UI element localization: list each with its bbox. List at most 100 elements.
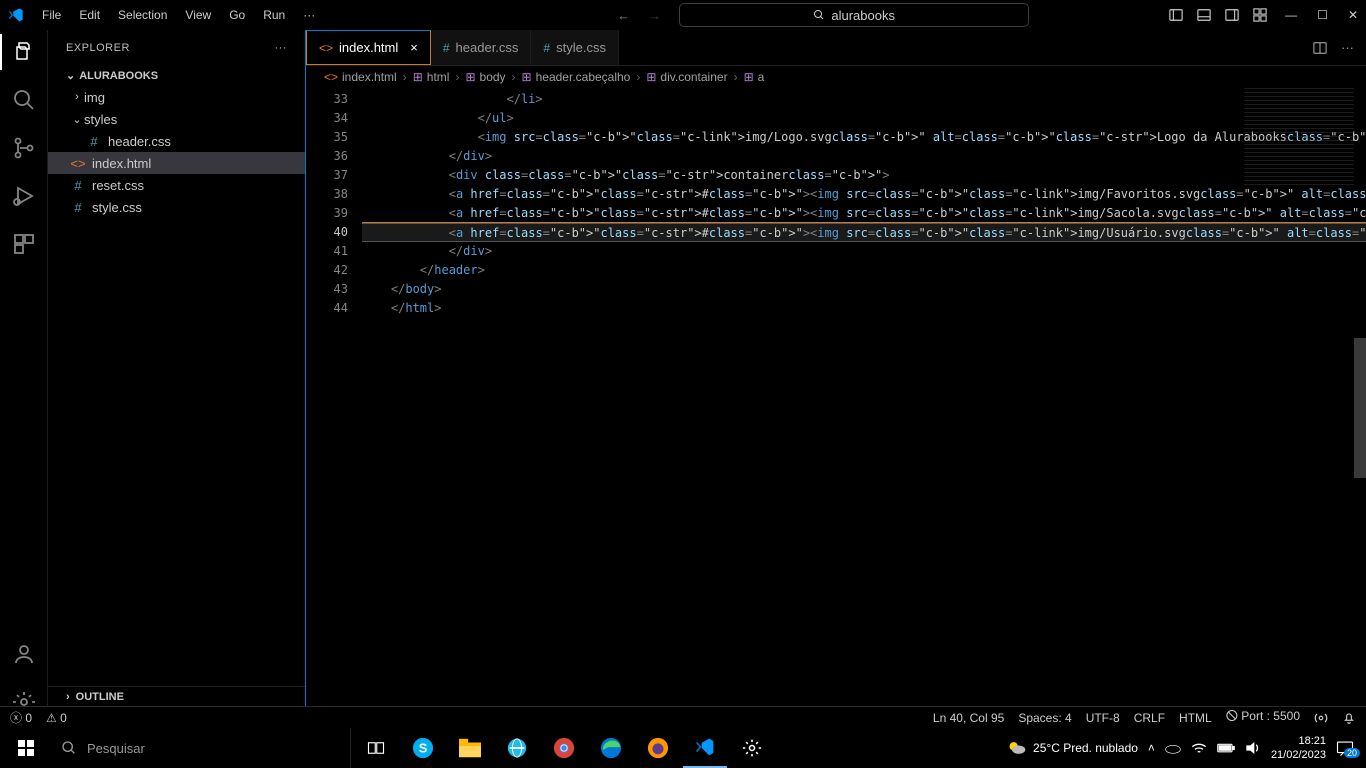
menu-more[interactable]: ··· <box>295 4 323 26</box>
vertical-scrollbar[interactable] <box>1354 338 1366 478</box>
file-icon: # <box>70 178 86 193</box>
firefox-icon[interactable] <box>636 728 680 768</box>
breadcrumb-seg[interactable]: <>index.html <box>324 70 397 84</box>
volume-icon[interactable] <box>1245 741 1261 755</box>
nav-arrows: ← → <box>617 8 671 23</box>
file-reset-css[interactable]: #reset.css <box>48 174 305 196</box>
breadcrumb-seg[interactable]: ⊞body <box>465 70 505 84</box>
task-view-icon[interactable] <box>354 728 398 768</box>
nav-forward-icon[interactable]: → <box>648 8 661 23</box>
edge-icon[interactable] <box>589 728 633 768</box>
menu-edit[interactable]: Edit <box>71 4 108 26</box>
status-eol[interactable]: CRLF <box>1134 711 1165 725</box>
source-control-icon[interactable] <box>10 134 38 162</box>
svg-text:S: S <box>419 741 428 756</box>
weather-widget[interactable]: 25°C Pred. nublado <box>1007 738 1138 758</box>
breadcrumb-seg[interactable]: ⊞html <box>413 70 450 84</box>
extensions-icon[interactable] <box>10 230 38 258</box>
nav-back-icon[interactable]: ← <box>617 8 630 23</box>
taskbar-search[interactable]: Pesquisar <box>51 728 351 768</box>
command-center[interactable]: alurabooks <box>679 3 1029 27</box>
tray-chevron-icon[interactable]: ˄ <box>1148 741 1155 755</box>
breadcrumb-icon: ⊞ <box>465 70 475 84</box>
menu-selection[interactable]: Selection <box>110 4 175 26</box>
statusbar: ⓧ 0 ⚠ 0 Ln 40, Col 95 Spaces: 4 UTF-8 CR… <box>0 706 1366 728</box>
file-header-css[interactable]: #header.css <box>48 130 305 152</box>
toggle-panel-left-icon[interactable] <box>1169 8 1183 22</box>
chrome-icon[interactable] <box>542 728 586 768</box>
notifications-icon[interactable] <box>1336 740 1354 756</box>
menu-go[interactable]: Go <box>221 4 253 26</box>
account-icon[interactable] <box>10 640 38 668</box>
file-icon: # <box>86 134 102 149</box>
status-spaces[interactable]: Spaces: 4 <box>1018 711 1071 725</box>
status-cursor[interactable]: Ln 40, Col 95 <box>933 711 1004 725</box>
menubar: File Edit Selection View Go Run ··· <box>34 4 323 26</box>
file-style-css[interactable]: #style.css <box>48 196 305 218</box>
close-tab-icon[interactable]: × <box>410 40 418 55</box>
vscode-logo-icon <box>8 7 24 23</box>
code-area[interactable]: 333435363738394041424344 </li> </ul> <im… <box>306 88 1366 728</box>
folder-img[interactable]: ›img <box>48 86 305 108</box>
customize-layout-icon[interactable] <box>1253 8 1267 22</box>
close-icon[interactable]: ✕ <box>1348 8 1358 22</box>
breadcrumb-icon: ⊞ <box>744 70 754 84</box>
toggle-panel-right-icon[interactable] <box>1225 8 1239 22</box>
tab-index-html[interactable]: <>index.html× <box>306 30 431 65</box>
breadcrumb-seg[interactable]: ⊞header.cabeçalho <box>522 70 631 84</box>
toggle-panel-bottom-icon[interactable] <box>1197 8 1211 22</box>
file-explorer-icon[interactable] <box>448 728 492 768</box>
status-encoding[interactable]: UTF-8 <box>1086 711 1120 725</box>
split-editor-icon[interactable] <box>1313 41 1327 55</box>
breadcrumb-icon: ⊞ <box>522 70 532 84</box>
window-controls: — ☐ ✕ <box>1285 8 1358 22</box>
tab-style-css[interactable]: #style.css <box>531 30 619 65</box>
file-icon: <> <box>70 156 86 171</box>
wifi-icon[interactable] <box>1191 741 1207 755</box>
search-icon[interactable] <box>10 86 38 114</box>
breadcrumb-icon: <> <box>324 70 338 84</box>
ie-icon[interactable] <box>495 728 539 768</box>
gutter: 333435363738394041424344 <box>306 88 362 728</box>
folder-styles[interactable]: ⌄styles <box>48 108 305 130</box>
status-radio-icon[interactable] <box>1314 711 1328 725</box>
run-debug-icon[interactable] <box>10 182 38 210</box>
breadcrumb-seg[interactable]: ⊞div.container <box>646 70 727 84</box>
file-icon: # <box>543 41 550 55</box>
menu-view[interactable]: View <box>177 4 219 26</box>
status-lang[interactable]: HTML <box>1179 711 1212 725</box>
project-name[interactable]: ⌄ ALURABOOKS <box>48 65 305 86</box>
explorer-more-icon[interactable]: ··· <box>275 42 288 54</box>
explorer-title: EXPLORER <box>66 42 130 54</box>
vscode-taskbar-icon[interactable] <box>683 728 727 768</box>
outline-panel[interactable]: ›OUTLINE <box>48 686 305 707</box>
minimize-icon[interactable]: — <box>1285 8 1297 22</box>
code-content[interactable]: </li> </ul> <img src=class="c-b">"class=… <box>362 88 1366 728</box>
menu-file[interactable]: File <box>34 4 69 26</box>
more-actions-icon[interactable]: ··· <box>1341 40 1354 55</box>
breadcrumb[interactable]: <>index.html›⊞html›⊞body›⊞header.cabeçal… <box>306 66 1366 88</box>
titlebar: File Edit Selection View Go Run ··· ← → … <box>0 0 1366 30</box>
status-warnings[interactable]: ⚠ 0 <box>46 711 67 725</box>
status-bell-icon[interactable] <box>1342 711 1356 725</box>
status-errors[interactable]: ⓧ 0 <box>10 709 32 726</box>
windows-taskbar: Pesquisar S 25°C Pred. nublado ˄ 18:21 2… <box>0 728 1366 768</box>
file-index-html[interactable]: <>index.html <box>48 152 305 174</box>
taskbar-right: 25°C Pred. nublado ˄ 18:21 21/02/2023 <box>1007 734 1362 762</box>
activity-bar <box>0 30 48 728</box>
clock[interactable]: 18:21 21/02/2023 <box>1271 734 1326 762</box>
onedrive-icon[interactable] <box>1165 742 1181 754</box>
tab-header-css[interactable]: #header.css <box>431 30 532 65</box>
battery-icon[interactable] <box>1217 742 1235 754</box>
chevron-down-icon: ⌄ <box>66 69 75 82</box>
breadcrumb-seg[interactable]: ⊞a <box>744 70 765 84</box>
skype-icon[interactable]: S <box>401 728 445 768</box>
maximize-icon[interactable]: ☐ <box>1317 8 1328 22</box>
start-button[interactable] <box>4 728 48 768</box>
explorer-icon[interactable] <box>10 38 38 66</box>
chevron-icon: ⌄ <box>70 113 84 126</box>
settings-taskbar-icon[interactable] <box>730 728 774 768</box>
menu-run[interactable]: Run <box>255 4 293 26</box>
status-port[interactable]: 🛇 Port : 5500 <box>1226 707 1300 728</box>
breadcrumb-icon: ⊞ <box>646 70 656 84</box>
